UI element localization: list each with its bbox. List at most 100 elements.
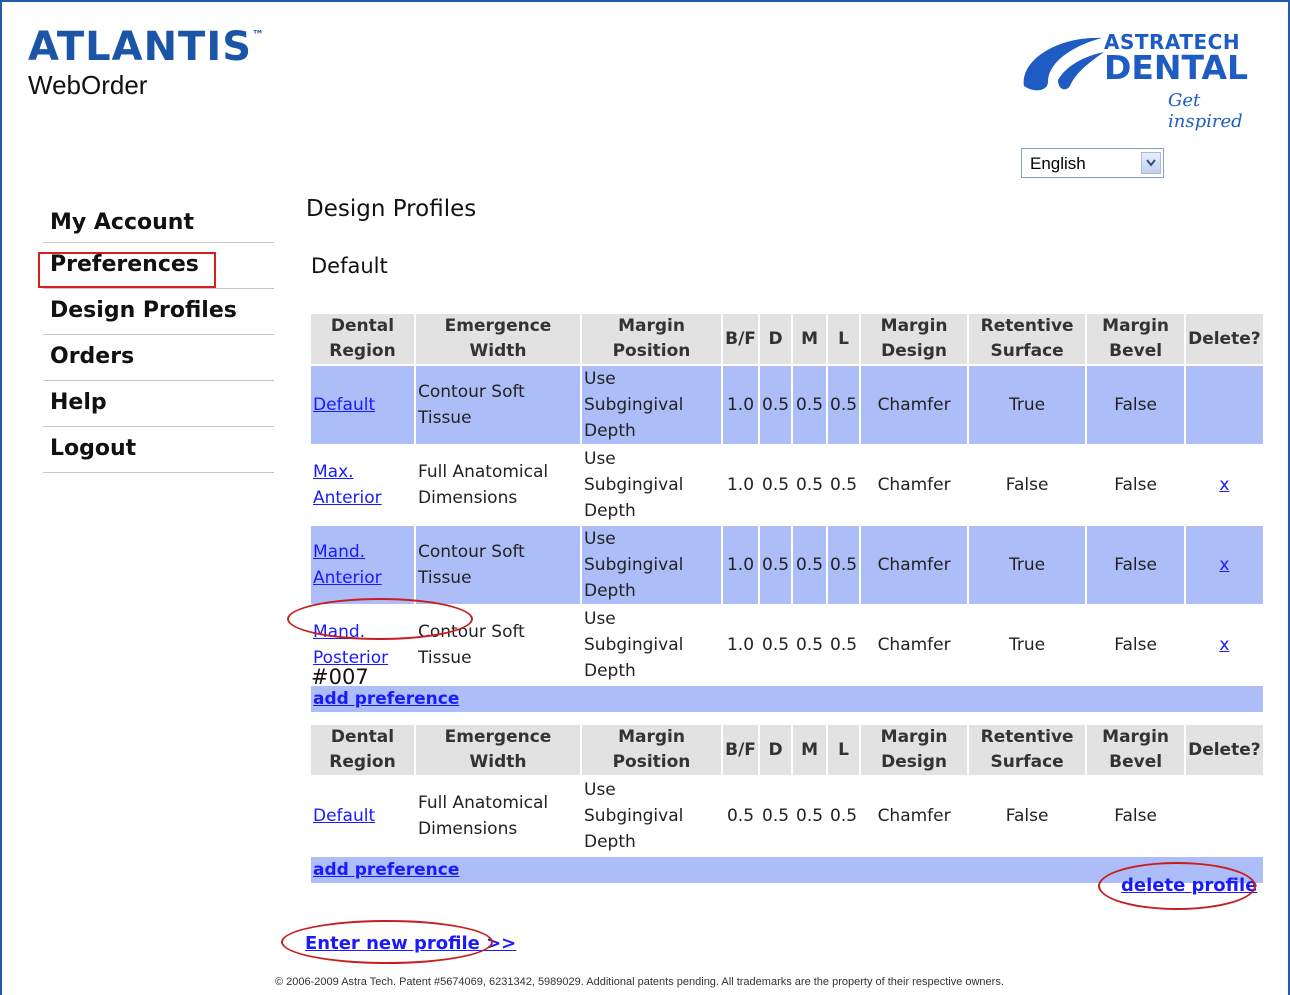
- delete-cell: [1186, 366, 1263, 444]
- sidebar-item-help[interactable]: Help: [43, 381, 274, 427]
- region-cell: Max. Anterior: [311, 446, 414, 524]
- header-d: D: [760, 314, 792, 364]
- profile-table-default: Dental Region Emergence Width Margin Positi…: [309, 312, 1265, 714]
- retentive-cell: True: [1009, 635, 1046, 655]
- m-cell: 0.5: [796, 475, 824, 495]
- header-m: M: [793, 314, 827, 364]
- add-preference-annotation: [287, 598, 473, 640]
- delete-cell: x: [1186, 446, 1263, 524]
- bf-cell: 1.0: [723, 366, 758, 444]
- add-preference-row: add preference: [311, 686, 1263, 712]
- retentive-cell: False: [1005, 806, 1049, 826]
- l-cell: 0.5: [830, 806, 858, 826]
- enter-new-profile-annotation: [281, 920, 493, 964]
- header-bf: B/F: [723, 725, 758, 775]
- header-l: L: [828, 725, 860, 775]
- region-cell: Default: [311, 366, 414, 444]
- header-dental-region: Dental Region: [311, 314, 414, 364]
- table-row: Default Contour Soft Tissue Use Subgingiv…: [311, 366, 1263, 444]
- d-cell: 0.5: [760, 366, 792, 444]
- emergence-cell: Full Anatomical Dimensions: [418, 462, 549, 508]
- header-delete: Delete?: [1186, 725, 1263, 775]
- sidebar-item-my-account[interactable]: My Account: [43, 200, 274, 243]
- delete-row-link[interactable]: x: [1219, 635, 1229, 655]
- bevel-cell: False: [1087, 366, 1185, 444]
- emergence-cell: Contour Soft Tissue: [416, 366, 580, 444]
- region-link-default[interactable]: Default: [313, 806, 375, 826]
- table-row: Default Full Anatomical Dimensions Use Su…: [311, 777, 1263, 855]
- astra-tech-logo: ASTRATECH DENTAL Get inspired: [1018, 26, 1268, 132]
- preferences-highlight-annotation: [38, 252, 216, 288]
- bf-cell: 1.0: [723, 526, 758, 604]
- add-preference-cell: add preference: [311, 686, 1263, 712]
- header-l: L: [828, 314, 860, 364]
- table-row: Max. Anterior Full Anatomical Dimensions U…: [311, 446, 1263, 524]
- table-header-row: Dental Region Emergence Width Margin Positi…: [311, 314, 1263, 364]
- profile-title-default: Default: [311, 254, 388, 278]
- l-cell: 0.5: [828, 366, 860, 444]
- header-margin-design: Margin Design: [861, 725, 968, 775]
- sidebar-item-design-profiles[interactable]: Design Profiles: [43, 289, 274, 335]
- margin-design-cell: Chamfer: [877, 635, 951, 655]
- bf-cell: 0.5: [726, 806, 755, 826]
- header-margin-bevel: Margin Bevel: [1087, 725, 1185, 775]
- emergence-cell: Contour Soft Tissue: [416, 526, 580, 604]
- region-cell: Default: [311, 777, 414, 855]
- language-select-value: English: [1030, 154, 1086, 173]
- delete-cell: [1186, 777, 1263, 855]
- header-delete: Delete?: [1186, 314, 1263, 364]
- delete-row-link[interactable]: x: [1219, 555, 1229, 575]
- header-m: M: [793, 725, 827, 775]
- bf-cell: 1.0: [726, 635, 755, 655]
- margin-position-cell: Use Subgingival Depth: [582, 366, 721, 444]
- margin-design-cell: Chamfer: [877, 475, 951, 495]
- astra-line2: DENTAL: [1104, 48, 1249, 87]
- chevron-down-icon[interactable]: [1141, 152, 1161, 174]
- retentive-cell: True: [969, 366, 1086, 444]
- add-preference-link[interactable]: add preference: [313, 689, 459, 709]
- region-link-mand-anterior[interactable]: Mand. Anterior: [313, 542, 382, 588]
- bevel-cell: False: [1114, 635, 1157, 655]
- margin-position-cell: Use Subgingival Depth: [582, 526, 721, 604]
- m-cell: 0.5: [796, 635, 824, 655]
- delete-cell: x: [1186, 606, 1263, 684]
- bevel-cell: False: [1114, 475, 1157, 495]
- region-link-max-anterior[interactable]: Max. Anterior: [313, 462, 382, 508]
- margin-position-cell: Use Subgingival Depth: [584, 780, 684, 852]
- region-link-default[interactable]: Default: [313, 395, 375, 415]
- astra-swoosh-icon: [1023, 37, 1104, 91]
- atlantis-logo: ATLANTIS™: [28, 24, 266, 70]
- sidebar-item-orders[interactable]: Orders: [43, 335, 274, 381]
- region-cell: Mand. Anterior: [311, 526, 414, 604]
- d-cell: 0.5: [760, 526, 792, 604]
- delete-cell: x: [1186, 526, 1263, 604]
- header-margin-position: Margin Position: [582, 725, 721, 775]
- footer-copyright: © 2006-2009 Astra Tech. Patent #5674069,…: [275, 976, 1004, 988]
- profile-table-007: Dental Region Emergence Width Margin Positi…: [309, 723, 1265, 885]
- header-emergence-width: Emergence Width: [416, 725, 580, 775]
- l-cell: 0.5: [830, 475, 858, 495]
- profile-title-007: #007: [311, 665, 369, 689]
- bevel-cell: False: [1087, 526, 1185, 604]
- margin-design-cell: Chamfer: [877, 806, 951, 826]
- sidebar-item-logout[interactable]: Logout: [43, 427, 274, 473]
- language-select[interactable]: English: [1021, 148, 1164, 178]
- header-margin-position: Margin Position: [582, 314, 721, 364]
- bevel-cell: False: [1114, 806, 1157, 826]
- astra-tagline: Get inspired: [1168, 90, 1243, 132]
- add-preference-link[interactable]: add preference: [313, 860, 459, 880]
- delete-profile-annotation: [1098, 862, 1256, 910]
- sidebar-nav: My Account Preferences Design Profiles O…: [43, 200, 274, 473]
- emergence-cell: Full Anatomical Dimensions: [418, 793, 549, 839]
- table-header-row: Dental Region Emergence Width Margin Positi…: [311, 725, 1263, 775]
- table-row: Mand. Anterior Contour Soft Tissue Use Sub…: [311, 526, 1263, 604]
- header-margin-bevel: Margin Bevel: [1087, 314, 1185, 364]
- header-d: D: [760, 725, 792, 775]
- weborder-label: WebOrder: [28, 70, 148, 100]
- d-cell: 0.5: [762, 475, 790, 495]
- delete-row-link[interactable]: x: [1219, 475, 1229, 495]
- l-cell: 0.5: [830, 635, 858, 655]
- l-cell: 0.5: [828, 526, 860, 604]
- retentive-cell: False: [1005, 475, 1049, 495]
- bf-cell: 1.0: [726, 475, 755, 495]
